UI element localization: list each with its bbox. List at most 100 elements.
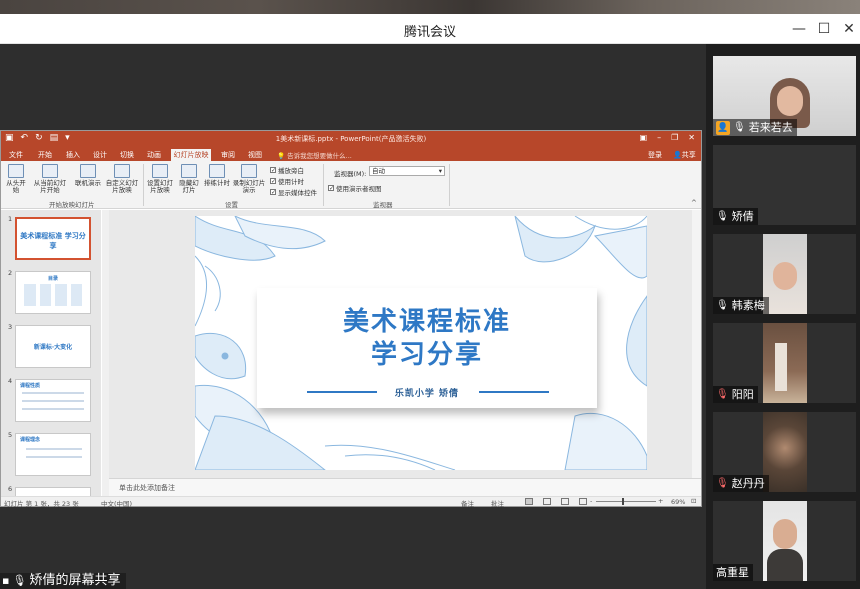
rehearse-timings-button[interactable]: 排练计时 bbox=[204, 164, 230, 187]
title-card: 美术课程标准 学习分享 乐凯小学 矫倩 bbox=[257, 288, 597, 408]
participant-name: 若来若去 bbox=[748, 121, 793, 134]
use-timings-checkbox[interactable]: ✓ 使用计时 bbox=[270, 176, 304, 186]
group-monitor: 监视器 bbox=[373, 201, 393, 209]
checkmark-icon: ✓ bbox=[270, 167, 277, 174]
background-photo-strip bbox=[0, 0, 860, 14]
participant-figure bbox=[775, 343, 787, 391]
slide-subtitle: 乐凯小学 矫倩 bbox=[394, 389, 460, 399]
rehearse-icon bbox=[209, 164, 225, 178]
minimize-button[interactable]: — bbox=[790, 20, 808, 38]
fit-slide-icon[interactable]: ⊡ bbox=[691, 497, 696, 505]
presenter-view-checkbox[interactable]: ✓ 使用演示者视图 bbox=[328, 183, 382, 193]
thumbnails-scrollbar[interactable] bbox=[102, 210, 109, 496]
participant-name-tag: 🎙 赵丹丹 bbox=[713, 475, 769, 492]
tell-me-search[interactable]: 💡 告诉我您想要做什么... bbox=[277, 150, 352, 160]
ppt-title-bar: ▣ ↶ ↻ ▤ ▾ 1美术新课标.pptx - PowerPoint(产品激活失… bbox=[1, 131, 701, 148]
thumb-number: 4 bbox=[8, 377, 13, 385]
participant-tile[interactable]: 👤 🎙 若来若去 bbox=[713, 56, 856, 136]
participant-tile[interactable]: 🎙 韩素梅 bbox=[713, 234, 856, 314]
tab-view[interactable]: 视图 bbox=[248, 150, 262, 160]
tab-design[interactable]: 设计 bbox=[93, 150, 107, 160]
slide-thumbnail[interactable]: 目录 bbox=[15, 271, 91, 314]
show-media-controls-checkbox[interactable]: ✓ 显示媒体控件 bbox=[270, 187, 317, 197]
tab-file[interactable]: 文件 bbox=[9, 150, 23, 160]
participant-tile[interactable]: 🎙 矫倩 bbox=[713, 145, 856, 225]
play-narrations-checkbox[interactable]: ✓ 播放旁白 bbox=[270, 165, 304, 175]
powerpoint-window: ▣ ↶ ↻ ▤ ▾ 1美术新课标.pptx - PowerPoint(产品激活失… bbox=[0, 130, 702, 508]
play-narrations-label: 播放旁白 bbox=[278, 167, 304, 175]
tab-home[interactable]: 开始 bbox=[38, 150, 52, 160]
rehearse-label: 排练计时 bbox=[204, 179, 230, 187]
ppt-close-icon[interactable]: ✕ bbox=[688, 133, 695, 142]
slide-thumbnail[interactable]: 美术课程标准 学习分享 bbox=[15, 217, 91, 260]
thumb-title: 美术课程标准 学习分享 bbox=[20, 232, 86, 250]
zoom-slider-thumb[interactable] bbox=[622, 498, 624, 505]
reading-view-icon[interactable] bbox=[561, 498, 569, 505]
from-beginning-button[interactable]: 从头开始 bbox=[5, 164, 27, 194]
ribbon-options-icon[interactable]: ▣ bbox=[640, 133, 648, 142]
slideshow-view-icon[interactable] bbox=[579, 498, 587, 505]
normal-view-icon[interactable] bbox=[525, 498, 533, 505]
tab-review[interactable]: 审阅 bbox=[221, 150, 235, 160]
slide-scrollbar[interactable] bbox=[692, 210, 701, 478]
tab-slideshow[interactable]: 幻灯片放映 bbox=[171, 149, 211, 161]
slide-thumbnail[interactable] bbox=[15, 487, 91, 496]
zoom-in-icon[interactable]: + bbox=[658, 497, 663, 505]
record-label: 录制幻灯片演示 bbox=[232, 179, 266, 194]
thumb-block bbox=[55, 284, 67, 306]
host-icon: 👤 bbox=[716, 120, 730, 135]
notes-pane[interactable]: 单击此处添加备注 bbox=[109, 478, 701, 496]
slide-thumbnail[interactable]: 课程性质 bbox=[15, 379, 91, 422]
participant-tile[interactable]: 🎙 阳阳 bbox=[713, 323, 856, 403]
collapse-ribbon-icon[interactable]: ^ bbox=[691, 199, 697, 207]
setup-slideshow-button[interactable]: 设置幻灯片放映 bbox=[145, 164, 175, 194]
slide-thumbnail[interactable]: 课程理念 bbox=[15, 433, 91, 476]
thumb-block bbox=[24, 284, 36, 306]
slide-thumbnail[interactable]: 新课标·大变化 bbox=[15, 325, 91, 368]
language-indicator[interactable]: 中文(中国) bbox=[101, 498, 132, 508]
notes-toggle[interactable]: 备注 bbox=[461, 498, 474, 508]
tab-transitions[interactable]: 切换 bbox=[120, 150, 134, 160]
ribbon-tabs: 文件 开始 插入 设计 切换 动画 幻灯片放映 审阅 视图 💡 告诉我您想要做什… bbox=[1, 148, 701, 161]
present-online-icon bbox=[80, 164, 96, 178]
participant-name: 矫倩 bbox=[731, 210, 754, 223]
participant-tile[interactable]: 高重星 bbox=[713, 501, 856, 581]
slideshow-start-icon bbox=[8, 164, 24, 178]
tab-insert[interactable]: 插入 bbox=[66, 150, 80, 160]
participant-tile[interactable]: 🎙 赵丹丹 bbox=[713, 412, 856, 492]
microphone-muted-icon: 🎙 bbox=[716, 389, 729, 400]
zoom-out-icon[interactable]: - bbox=[590, 497, 592, 505]
participant-name-tag: 🎙 矫倩 bbox=[713, 208, 758, 225]
from-current-button[interactable]: 从当前幻灯片开始 bbox=[31, 164, 69, 194]
present-online-label: 联机演示 bbox=[75, 179, 101, 187]
ppt-minimize-icon[interactable]: – bbox=[657, 133, 661, 142]
login-link[interactable]: 登录 bbox=[648, 150, 662, 160]
share-label: 共享 bbox=[681, 151, 696, 159]
monitor-select[interactable]: 自动 ▾ bbox=[369, 166, 445, 176]
zoom-level[interactable]: 69% bbox=[671, 498, 685, 506]
sorter-view-icon[interactable] bbox=[543, 498, 551, 505]
tab-animations[interactable]: 动画 bbox=[147, 150, 161, 160]
record-slideshow-button[interactable]: 录制幻灯片演示 bbox=[232, 164, 266, 194]
participant-video bbox=[763, 412, 807, 492]
ppt-status-bar: 幻灯片 第 1 张，共 23 张 中文(中国) 备注 批注 - + 69% ⊡ bbox=[1, 496, 701, 508]
share-button[interactable]: 👤共享 bbox=[673, 150, 696, 160]
ppt-restore-icon[interactable]: ❐ bbox=[671, 133, 678, 142]
thumb-number: 3 bbox=[8, 323, 13, 331]
thumb-line bbox=[22, 392, 84, 394]
custom-slideshow-button[interactable]: 自定义幻灯片放映 bbox=[105, 164, 139, 194]
comments-toggle[interactable]: 批注 bbox=[491, 498, 504, 508]
participant-name: 高重星 bbox=[716, 566, 749, 579]
hide-slide-button[interactable]: 隐藏幻灯片 bbox=[177, 164, 201, 194]
zoom-slider[interactable] bbox=[596, 501, 656, 502]
ribbon-separator bbox=[449, 164, 450, 206]
screen-share-icon: ▪ bbox=[2, 574, 10, 587]
maximize-button[interactable]: ☐ bbox=[815, 20, 833, 38]
group-setup: 设置 bbox=[225, 201, 238, 209]
slide-position: 幻灯片 第 1 张，共 23 张 bbox=[4, 500, 79, 508]
close-button[interactable]: ✕ bbox=[840, 20, 858, 38]
current-slide[interactable]: 美术课程标准 学习分享 乐凯小学 矫倩 bbox=[195, 216, 647, 470]
tell-me-text: 告诉我您想要做什么... bbox=[287, 152, 352, 160]
present-online-button[interactable]: 联机演示 bbox=[73, 164, 103, 187]
thumb-block bbox=[70, 284, 82, 306]
